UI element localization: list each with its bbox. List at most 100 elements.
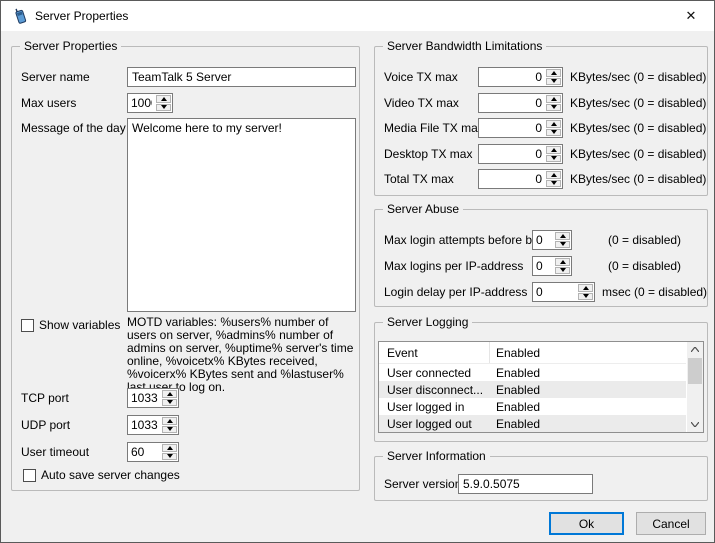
arrow-down-icon <box>167 427 173 431</box>
scroll-down-button[interactable] <box>687 417 703 432</box>
group-title-server-properties: Server Properties <box>20 39 121 53</box>
spin-down-button[interactable] <box>156 104 171 112</box>
max-users-label: Max users <box>21 93 76 113</box>
close-button[interactable]: ✕ <box>668 1 714 31</box>
udp-port-spinbox[interactable] <box>127 415 179 435</box>
enabled-cell: Enabled <box>489 366 686 380</box>
scroll-up-button[interactable] <box>687 342 703 357</box>
spin-down-button[interactable] <box>162 453 177 461</box>
max-users-input[interactable] <box>128 94 155 112</box>
table-row[interactable]: User connected Enabled <box>379 364 686 381</box>
spin-up-button[interactable] <box>555 232 570 240</box>
show-variables-checkbox[interactable] <box>21 319 34 332</box>
desktop-tx-input[interactable] <box>479 145 545 163</box>
login-delay-spinbox[interactable] <box>532 282 595 302</box>
arrow-down-icon <box>560 242 566 246</box>
ok-button[interactable]: Ok <box>549 512 624 535</box>
enabled-cell: Enabled <box>489 417 686 431</box>
desktop-tx-spinbox[interactable] <box>478 144 563 164</box>
arrow-up-icon <box>551 173 557 177</box>
group-title-server-abuse: Server Abuse <box>383 202 463 216</box>
spin-up-button[interactable] <box>555 258 570 266</box>
arrow-down-icon <box>551 156 557 160</box>
arrow-down-icon <box>551 130 557 134</box>
user-timeout-spinbox[interactable] <box>127 442 179 462</box>
spin-down-button[interactable] <box>546 180 561 188</box>
arrow-down-icon <box>167 454 173 458</box>
max-login-attempts-label: Max login attempts before ban <box>384 230 545 250</box>
voice-tx-input[interactable] <box>479 68 545 86</box>
spin-down-button[interactable] <box>555 267 570 275</box>
arrow-down-icon <box>583 294 589 298</box>
scrollbar-thumb[interactable] <box>688 358 702 384</box>
spin-up-button[interactable] <box>546 120 561 128</box>
column-header-event[interactable]: Event <box>379 346 489 360</box>
total-tx-input[interactable] <box>479 170 545 188</box>
tcp-port-input[interactable] <box>128 389 161 407</box>
cancel-button[interactable]: Cancel <box>636 512 706 535</box>
spin-down-button[interactable] <box>546 78 561 86</box>
arrow-down-icon <box>551 181 557 185</box>
arrow-up-icon <box>551 97 557 101</box>
motd-label: Message of the day <box>21 118 126 138</box>
server-name-input[interactable] <box>127 67 356 87</box>
tcp-port-label: TCP port <box>21 388 69 408</box>
spin-up-button[interactable] <box>578 284 593 292</box>
max-logins-ip-label: Max logins per IP-address <box>384 256 523 276</box>
spin-down-button[interactable] <box>578 293 593 301</box>
video-tx-spinbox[interactable] <box>478 93 563 113</box>
table-row[interactable]: User disconnect... Enabled <box>379 381 686 398</box>
server-properties-dialog: Server Properties ✕ Server Properties Se… <box>0 0 715 543</box>
mediafile-tx-label: Media File TX max <box>384 118 484 138</box>
spin-down-button[interactable] <box>546 155 561 163</box>
mediafile-tx-spinbox[interactable] <box>478 118 563 138</box>
chevron-up-icon <box>691 347 699 352</box>
arrow-up-icon <box>551 71 557 75</box>
user-timeout-label: User timeout <box>21 442 89 462</box>
login-delay-input[interactable] <box>533 283 577 301</box>
max-login-attempts-spinbox[interactable] <box>532 230 572 250</box>
table-row[interactable]: User logged in Enabled <box>379 398 686 415</box>
table-row[interactable]: User logged out Enabled <box>379 415 686 432</box>
voice-tx-label: Voice TX max <box>384 67 458 87</box>
login-delay-suffix: msec (0 = disabled) <box>602 282 707 302</box>
spin-up-button[interactable] <box>162 444 177 452</box>
spin-up-button[interactable] <box>156 95 171 103</box>
tcp-port-spinbox[interactable] <box>127 388 179 408</box>
event-cell: User connected <box>379 366 489 380</box>
spin-down-button[interactable] <box>162 426 177 434</box>
table-scrollbar[interactable] <box>687 342 703 432</box>
spin-up-button[interactable] <box>546 171 561 179</box>
server-version-input[interactable] <box>458 474 593 494</box>
arrow-up-icon <box>560 234 566 238</box>
spin-up-button[interactable] <box>546 95 561 103</box>
user-timeout-input[interactable] <box>128 443 161 461</box>
enabled-cell: Enabled <box>489 400 686 414</box>
arrow-down-icon <box>167 400 173 404</box>
max-login-attempts-suffix: (0 = disabled) <box>608 230 681 250</box>
voice-tx-spinbox[interactable] <box>478 67 563 87</box>
total-tx-spinbox[interactable] <box>478 169 563 189</box>
spin-down-button[interactable] <box>555 241 570 249</box>
max-logins-ip-input[interactable] <box>533 257 554 275</box>
spin-up-button[interactable] <box>546 146 561 154</box>
mediafile-tx-input[interactable] <box>479 119 545 137</box>
spin-up-button[interactable] <box>162 417 177 425</box>
motd-textarea[interactable]: Welcome here to my server! <box>127 118 356 312</box>
column-header-enabled[interactable]: Enabled <box>489 342 686 363</box>
max-users-spinbox[interactable] <box>127 93 173 113</box>
spin-down-button[interactable] <box>546 129 561 137</box>
max-login-attempts-input[interactable] <box>533 231 554 249</box>
max-logins-ip-spinbox[interactable] <box>532 256 572 276</box>
arrow-up-icon <box>161 97 167 101</box>
max-logins-ip-suffix: (0 = disabled) <box>608 256 681 276</box>
auto-save-label: Auto save server changes <box>41 465 180 485</box>
udp-port-input[interactable] <box>128 416 161 434</box>
spin-down-button[interactable] <box>546 104 561 112</box>
udp-port-label: UDP port <box>21 415 70 435</box>
video-tx-input[interactable] <box>479 94 545 112</box>
spin-up-button[interactable] <box>546 69 561 77</box>
spin-down-button[interactable] <box>162 399 177 407</box>
spin-up-button[interactable] <box>162 390 177 398</box>
auto-save-checkbox[interactable] <box>23 469 36 482</box>
